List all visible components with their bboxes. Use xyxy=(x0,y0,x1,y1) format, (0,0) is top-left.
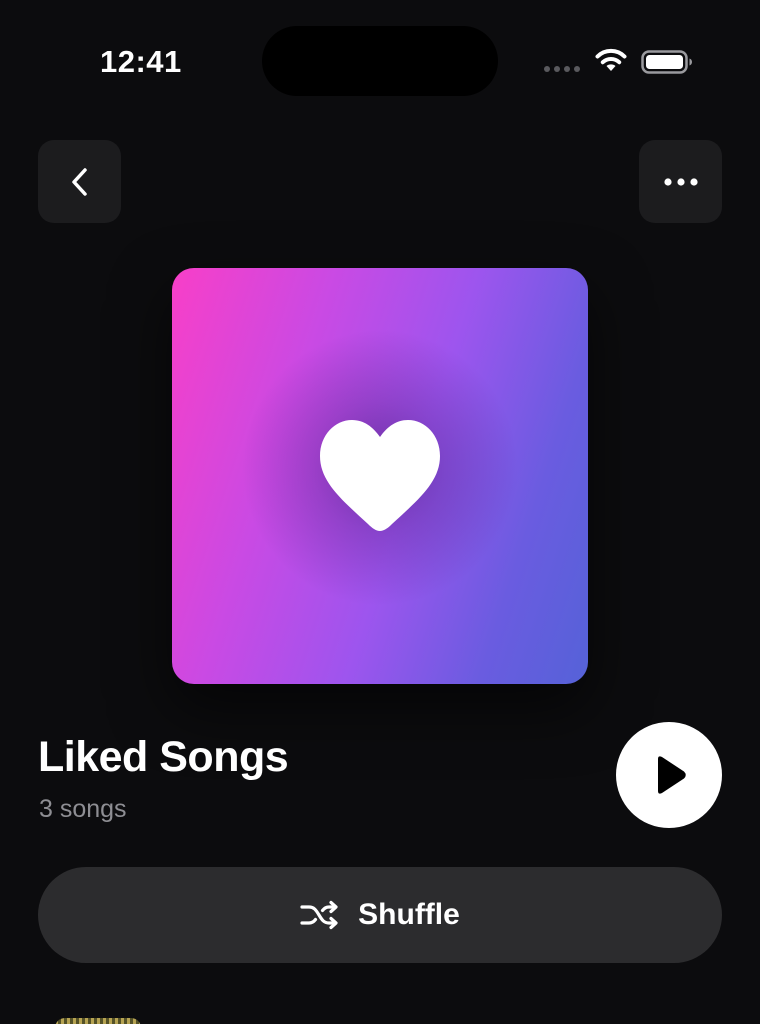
chevron-left-icon xyxy=(71,167,87,196)
shuffle-icon xyxy=(300,900,338,930)
liked-songs-screen: 12:41 Liked Songs 3 songs Shuffle xyxy=(0,0,760,1024)
dynamic-island xyxy=(262,26,498,96)
cellular-signal-icon xyxy=(544,66,580,72)
wifi-icon xyxy=(595,48,627,71)
page-title: Liked Songs xyxy=(38,733,289,781)
play-icon xyxy=(658,756,686,794)
heart-icon xyxy=(320,420,440,531)
track-thumbnail[interactable] xyxy=(55,1018,141,1024)
back-button[interactable] xyxy=(38,140,121,223)
battery-icon xyxy=(641,50,692,74)
shuffle-label: Shuffle xyxy=(358,898,460,931)
play-button[interactable] xyxy=(616,722,722,828)
more-options-button[interactable] xyxy=(639,140,722,223)
ellipsis-icon xyxy=(663,177,698,186)
status-time: 12:41 xyxy=(100,44,182,79)
song-count: 3 songs xyxy=(39,795,127,823)
shuffle-button[interactable]: Shuffle xyxy=(38,867,722,963)
